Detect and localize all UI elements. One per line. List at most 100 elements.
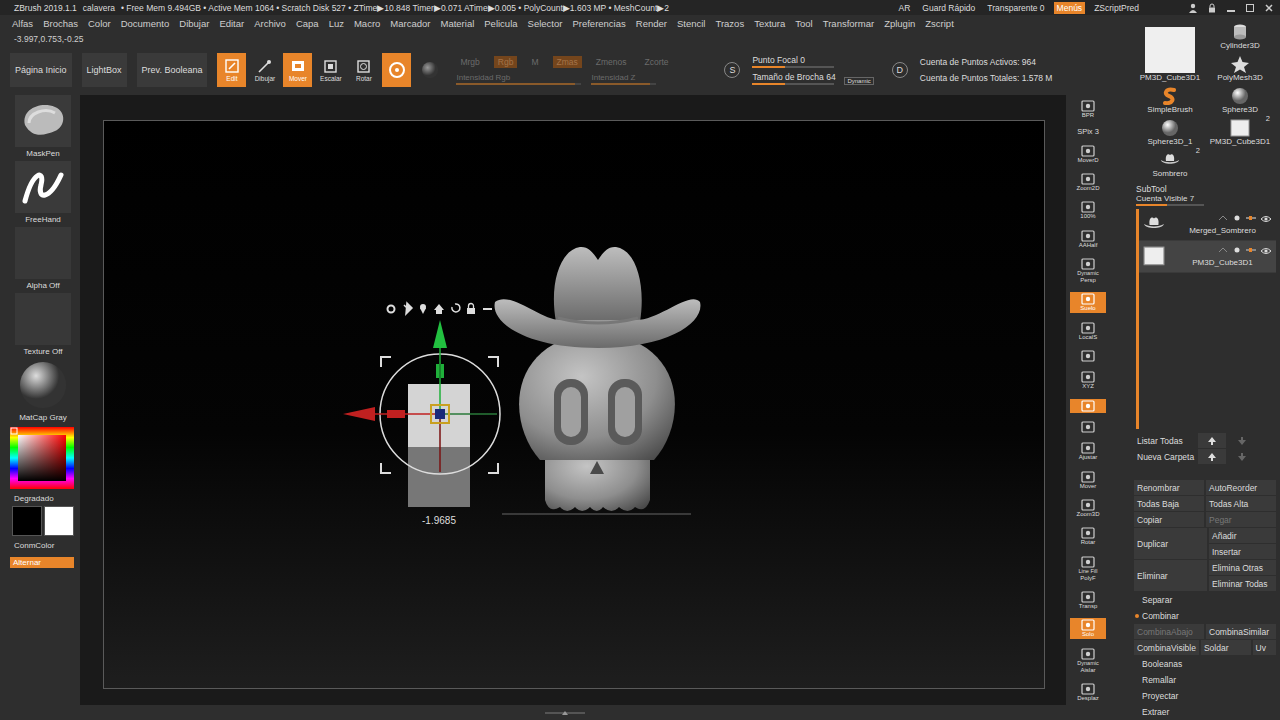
view-button[interactable]: Zoom2D [1070, 172, 1106, 193]
document-canvas[interactable]: -1.9685 [104, 121, 1044, 688]
menu-item[interactable]: Trazos [715, 18, 744, 29]
action-button[interactable]: Copiar [1134, 512, 1204, 527]
eye-icon[interactable] [1260, 215, 1272, 223]
mode-button[interactable]: Edit [217, 53, 246, 87]
slot-thumbnail[interactable] [15, 359, 71, 411]
action-button[interactable]: AutoReorder [1206, 480, 1276, 495]
action-button[interactable]: Renombrar [1134, 480, 1204, 495]
arrow-button[interactable] [1228, 449, 1256, 464]
view-button[interactable]: Transp [1070, 590, 1106, 611]
title-control[interactable]: Menús [1054, 2, 1086, 14]
action-button[interactable]: CombinaAbajo [1134, 624, 1204, 639]
action-button[interactable]: Pegar [1206, 512, 1276, 527]
menu-item[interactable]: Archivo [254, 18, 286, 29]
view-button[interactable]: Desplaz [1070, 682, 1106, 703]
view-button[interactable]: SPix 3 [1070, 127, 1106, 136]
intensity-slider[interactable]: Intensidad Z [591, 73, 656, 85]
slider-track[interactable] [456, 83, 581, 85]
tool-thumbnail[interactable]: PM3D_Cube3D12 [1208, 114, 1272, 146]
intensity-slider[interactable]: Intensidad Rgb [456, 73, 581, 85]
menu-item[interactable]: Selector [528, 18, 563, 29]
action-button[interactable]: Añadir [1209, 528, 1276, 543]
section-header[interactable]: Combinar [1134, 608, 1276, 624]
mode-button[interactable]: Dibujar [250, 53, 279, 87]
arrow-button[interactable] [1198, 449, 1226, 464]
action-button[interactable]: Uv [1253, 640, 1276, 655]
brush-slider[interactable]: Punto Focal 0 [752, 55, 834, 68]
view-button[interactable]: XYZ [1070, 370, 1106, 391]
tool-thumbnail[interactable]: SimpleBrush [1138, 82, 1202, 114]
shelf-slot[interactable]: MaskPen [10, 95, 76, 158]
title-control[interactable]: Transparente 0 [984, 2, 1047, 14]
view-button[interactable] [1070, 399, 1106, 413]
view-button[interactable]: AAHalf [1070, 229, 1106, 250]
tool-thumbnail[interactable]: PolyMesh3D [1208, 50, 1272, 82]
brush-badge[interactable]: S [724, 62, 740, 78]
channel-toggle[interactable]: Rgb [494, 56, 518, 68]
view-button[interactable]: 100% [1070, 200, 1106, 221]
menu-item[interactable]: Tool [795, 18, 812, 29]
tool-thumbnail[interactable]: Sombrero2 [1138, 146, 1202, 178]
slider-track[interactable] [591, 83, 656, 85]
menu-item[interactable]: Render [636, 18, 667, 29]
secondary-color[interactable] [44, 506, 74, 536]
switch-color-button[interactable]: ConmColor [14, 541, 54, 550]
shelf-slot[interactable]: FreeHand [10, 161, 76, 224]
action-button[interactable]: Nueva Carpeta [1134, 449, 1196, 464]
view-button[interactable]: Suelo [1070, 292, 1106, 313]
menu-item[interactable]: Luz [329, 18, 344, 29]
color-picker[interactable] [10, 427, 74, 489]
view-button[interactable]: Solo [1070, 618, 1106, 639]
channel-toggle[interactable]: Mrgb [456, 56, 483, 68]
action-button[interactable]: Todas Alta [1206, 496, 1276, 511]
menu-item[interactable]: Zplugin [884, 18, 915, 29]
view-button[interactable]: Zoom3D [1070, 498, 1106, 519]
subtool-header[interactable]: SubTool [1134, 184, 1276, 194]
action-button[interactable]: Eliminar [1134, 560, 1207, 591]
slot-thumbnail[interactable] [15, 227, 71, 279]
eye-icon[interactable] [1260, 247, 1272, 255]
view-button[interactable] [1070, 420, 1106, 434]
arrow-button[interactable] [1228, 433, 1256, 448]
section-header[interactable]: Proyectar [1134, 688, 1276, 704]
menu-item[interactable]: Stencil [677, 18, 706, 29]
menu-item[interactable]: Editar [219, 18, 244, 29]
slider-track[interactable] [752, 83, 834, 85]
title-control[interactable]: Guard Rápido [919, 2, 978, 14]
slot-thumbnail[interactable] [15, 293, 71, 345]
view-button[interactable]: Ajustar [1070, 441, 1106, 462]
dynamic-toggle[interactable]: Dynamic [844, 77, 873, 85]
nav-button[interactable]: Prev. Booleana [137, 53, 208, 87]
tool-thumbnail[interactable]: PM3D_Cube3D1 [1138, 18, 1202, 82]
slot-thumbnail[interactable] [15, 95, 71, 147]
nav-button[interactable]: Página Inicio [10, 53, 72, 87]
menu-item[interactable]: Marcador [390, 18, 430, 29]
action-button[interactable]: CombinaVisible [1134, 640, 1199, 655]
menu-item[interactable]: Dibujar [179, 18, 209, 29]
view-button[interactable]: DynamicAislar [1070, 647, 1106, 675]
slider-track[interactable] [752, 66, 834, 68]
menu-item[interactable]: Capa [296, 18, 319, 29]
mode-button[interactable]: Mover [283, 53, 312, 87]
view-button[interactable]: BPR [1070, 99, 1106, 120]
menu-item[interactable]: Material [440, 18, 474, 29]
dynamesh-badge[interactable]: D [892, 62, 908, 78]
action-button[interactable]: Todas Baja [1134, 496, 1204, 511]
mode-button[interactable]: Escalar [316, 53, 345, 87]
title-control[interactable]: AR [896, 2, 914, 14]
shelf-slot[interactable]: MatCap Gray [10, 359, 76, 422]
channel-toggle[interactable]: M [527, 56, 542, 68]
action-button[interactable]: Soldar [1201, 640, 1251, 655]
brush-slider[interactable]: Tamaño de Brocha 64 [752, 72, 834, 85]
channel-toggle[interactable]: Zmas [553, 56, 582, 68]
slot-thumbnail[interactable] [15, 161, 71, 213]
subtool-item[interactable]: Merged_Sombrero [1139, 209, 1276, 241]
gradient-toggle[interactable]: Degradado [14, 494, 54, 503]
shelf-slot[interactable]: Alpha Off [10, 227, 76, 290]
menu-item[interactable]: Brochas [43, 18, 78, 29]
main-color[interactable] [12, 506, 42, 536]
menu-item[interactable]: Transformar [823, 18, 874, 29]
menu-item[interactable]: Color [88, 18, 111, 29]
menu-item[interactable]: Macro [354, 18, 380, 29]
view-button[interactable]: Mover [1070, 470, 1106, 491]
